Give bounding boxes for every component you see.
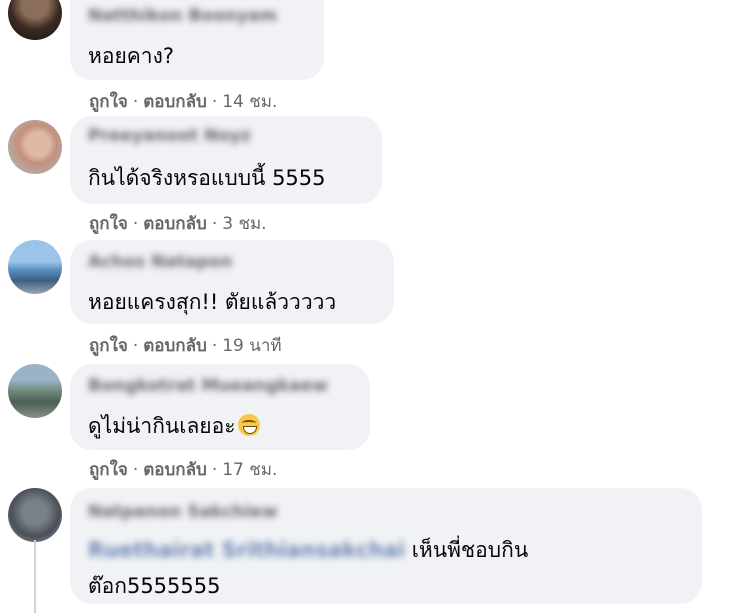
- mention-link[interactable]: Ruethairat Srithiansakchai: [88, 538, 405, 562]
- avatar[interactable]: [8, 0, 62, 40]
- separator: ·: [132, 460, 139, 480]
- reply-button[interactable]: ตอบกลับ: [143, 336, 207, 356]
- like-button[interactable]: ถูกใจ: [89, 214, 128, 234]
- avatar[interactable]: [8, 120, 62, 174]
- comment-bubble: Bongkotrat Mueangkaew ดูไม่น่ากินเลยอะ: [70, 364, 370, 450]
- comment-actions: ถูกใจ · ตอบกลับ · 14 ชม.: [89, 88, 277, 115]
- comment-bubble: Preeyanoot Noyz กินได้จริงหรอแบบนี้ 5555: [70, 116, 382, 204]
- like-button[interactable]: ถูกใจ: [89, 336, 128, 356]
- comment-text-content: เห็นพี่ชอบกิน: [411, 538, 529, 562]
- comment-timestamp[interactable]: 3 ชม.: [222, 214, 266, 234]
- comment-bubble: Natpanon Sakchiew Ruethairat Srithiansak…: [70, 488, 702, 604]
- separator: ·: [211, 336, 218, 356]
- separator: ·: [211, 214, 218, 234]
- comment-text: หอยแครงสุก!! ตัยแล้ววววว: [88, 290, 337, 314]
- separator: ·: [132, 336, 139, 356]
- separator: ·: [132, 92, 139, 112]
- comment-bubble: Natthikon Boonyam หอยคาง?: [70, 0, 324, 80]
- grinning-face-with-sweat-emoji: [237, 414, 260, 436]
- comment-actions: ถูกใจ · ตอบกลับ · 17 ชม.: [89, 456, 277, 483]
- comment-actions: ถูกใจ · ตอบกลับ · 19 นาที: [89, 332, 282, 359]
- separator: ·: [132, 214, 139, 234]
- avatar[interactable]: [8, 240, 62, 294]
- comment-text-content: ดูไม่น่ากินเลยอะ: [88, 414, 236, 438]
- comment-text-line2: ต๊อก5555555: [88, 574, 221, 598]
- like-button[interactable]: ถูกใจ: [89, 92, 128, 112]
- separator: ·: [211, 92, 218, 112]
- comment-author[interactable]: Natpanon Sakchiew: [88, 502, 278, 522]
- avatar[interactable]: [8, 488, 62, 542]
- comment-author[interactable]: Bongkotrat Mueangkaew: [88, 376, 328, 396]
- reply-button[interactable]: ตอบกลับ: [143, 92, 207, 112]
- reply-thread-line: [34, 540, 36, 613]
- comment-timestamp[interactable]: 19 นาที: [222, 336, 281, 356]
- avatar[interactable]: [8, 364, 62, 418]
- separator: ·: [211, 460, 218, 480]
- comment-author[interactable]: Natthikon Boonyam: [88, 6, 277, 26]
- comment-timestamp[interactable]: 14 ชม.: [222, 92, 277, 112]
- comment-text: หอยคาง?: [88, 44, 174, 68]
- comment-author[interactable]: Preeyanoot Noyz: [88, 126, 251, 146]
- comment-text: กินได้จริงหรอแบบนี้ 5555: [88, 166, 326, 190]
- comment-actions: ถูกใจ · ตอบกลับ · 3 ชม.: [89, 210, 267, 237]
- comment-text: ดูไม่น่ากินเลยอะ: [88, 410, 260, 443]
- reply-button[interactable]: ตอบกลับ: [143, 214, 207, 234]
- comment-text: Ruethairat Srithiansakchai เห็นพี่ชอบกิน: [88, 534, 528, 567]
- comment-bubble: Achos Natapon หอยแครงสุก!! ตัยแล้ววววว: [70, 240, 394, 324]
- comment-author[interactable]: Achos Natapon: [88, 252, 232, 272]
- reply-button[interactable]: ตอบกลับ: [143, 460, 207, 480]
- comment-timestamp[interactable]: 17 ชม.: [222, 460, 277, 480]
- like-button[interactable]: ถูกใจ: [89, 460, 128, 480]
